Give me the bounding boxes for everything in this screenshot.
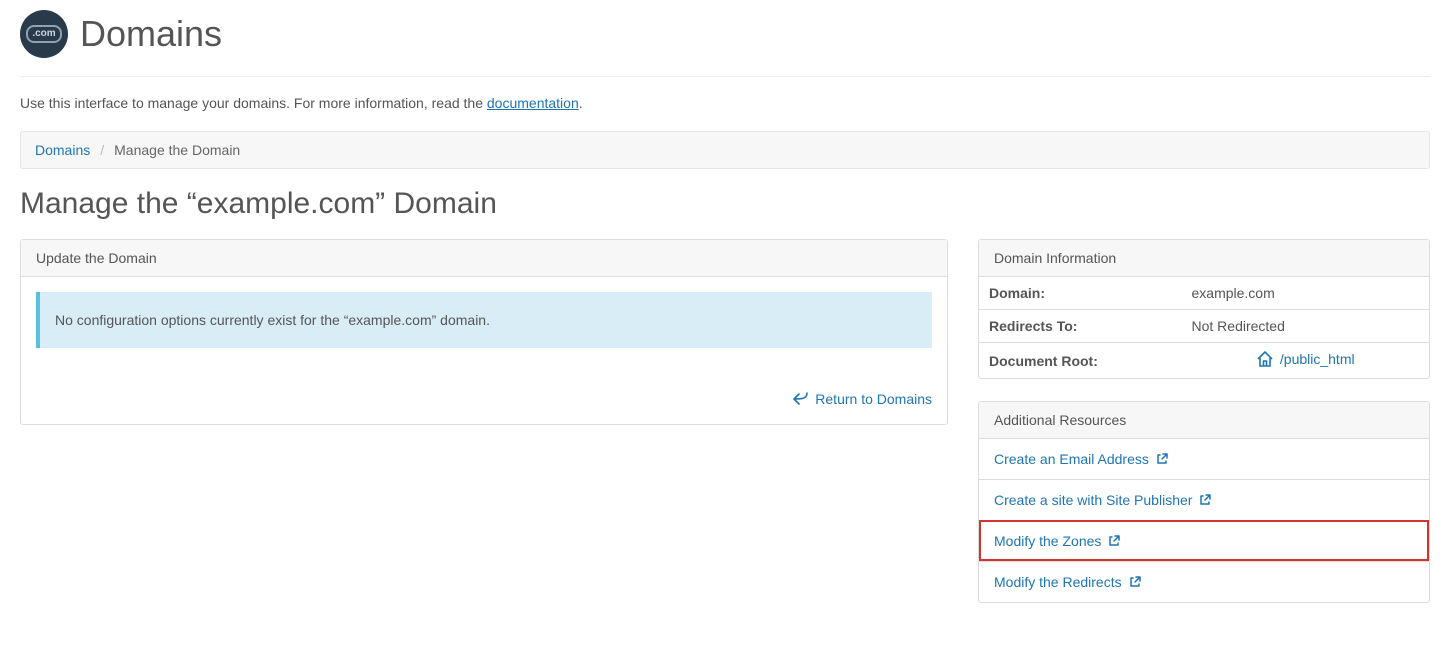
intro-text-after: . <box>579 95 583 111</box>
update-domain-heading: Update the Domain <box>21 240 947 277</box>
page-header: .com Domains <box>20 0 1430 77</box>
external-link-icon <box>1155 452 1169 466</box>
page-title: Domains <box>80 13 222 55</box>
no-config-alert: No configuration options currently exist… <box>36 292 932 348</box>
domain-information-heading: Domain Information <box>979 240 1429 277</box>
subheading: Manage the “example.com” Domain <box>20 187 1430 221</box>
home-icon <box>1256 351 1274 367</box>
info-row-docroot: Document Root: /public_html <box>979 343 1429 379</box>
external-link-icon <box>1198 493 1212 507</box>
info-value-domain: example.com <box>1182 277 1430 310</box>
breadcrumb-current: Manage the Domain <box>114 142 240 158</box>
resource-create-email[interactable]: Create an Email Address <box>979 439 1429 479</box>
info-row-redirects: Redirects To: Not Redirected <box>979 310 1429 343</box>
documentation-link[interactable]: documentation <box>487 95 579 111</box>
info-label-redirects: Redirects To: <box>979 310 1182 343</box>
document-root-link[interactable]: /public_html <box>1256 351 1355 367</box>
return-to-domains-label: Return to Domains <box>815 391 932 407</box>
domains-icon-label: .com <box>26 25 61 43</box>
breadcrumb-separator: / <box>100 142 104 158</box>
external-link-icon <box>1128 575 1142 589</box>
domains-icon: .com <box>20 10 68 58</box>
resource-label: Create a site with Site Publisher <box>994 492 1192 508</box>
intro-text: Use this interface to manage your domain… <box>20 95 1430 111</box>
info-value-redirects: Not Redirected <box>1182 310 1430 343</box>
resource-label: Modify the Zones <box>994 533 1101 549</box>
additional-resources-heading: Additional Resources <box>979 402 1429 439</box>
breadcrumb: Domains / Manage the Domain <box>20 131 1430 169</box>
info-label-domain: Domain: <box>979 277 1182 310</box>
info-row-domain: Domain: example.com <box>979 277 1429 310</box>
update-domain-panel: Update the Domain No configuration optio… <box>20 239 948 425</box>
resource-label: Create an Email Address <box>994 451 1149 467</box>
resource-label: Modify the Redirects <box>994 574 1122 590</box>
document-root-value: /public_html <box>1280 351 1355 367</box>
return-arrow-icon <box>793 392 809 406</box>
domain-information-panel: Domain Information Domain: example.com R… <box>978 239 1430 379</box>
resource-modify-zones[interactable]: Modify the Zones <box>979 520 1429 561</box>
breadcrumb-root-link[interactable]: Domains <box>35 142 90 158</box>
resource-modify-redirects[interactable]: Modify the Redirects <box>979 561 1429 602</box>
info-label-docroot: Document Root: <box>979 343 1182 379</box>
additional-resources-panel: Additional Resources Create an Email Add… <box>978 401 1430 603</box>
resource-site-publisher[interactable]: Create a site with Site Publisher <box>979 479 1429 520</box>
external-link-icon <box>1107 534 1121 548</box>
intro-text-before: Use this interface to manage your domain… <box>20 95 487 111</box>
return-to-domains-link[interactable]: Return to Domains <box>793 391 932 407</box>
